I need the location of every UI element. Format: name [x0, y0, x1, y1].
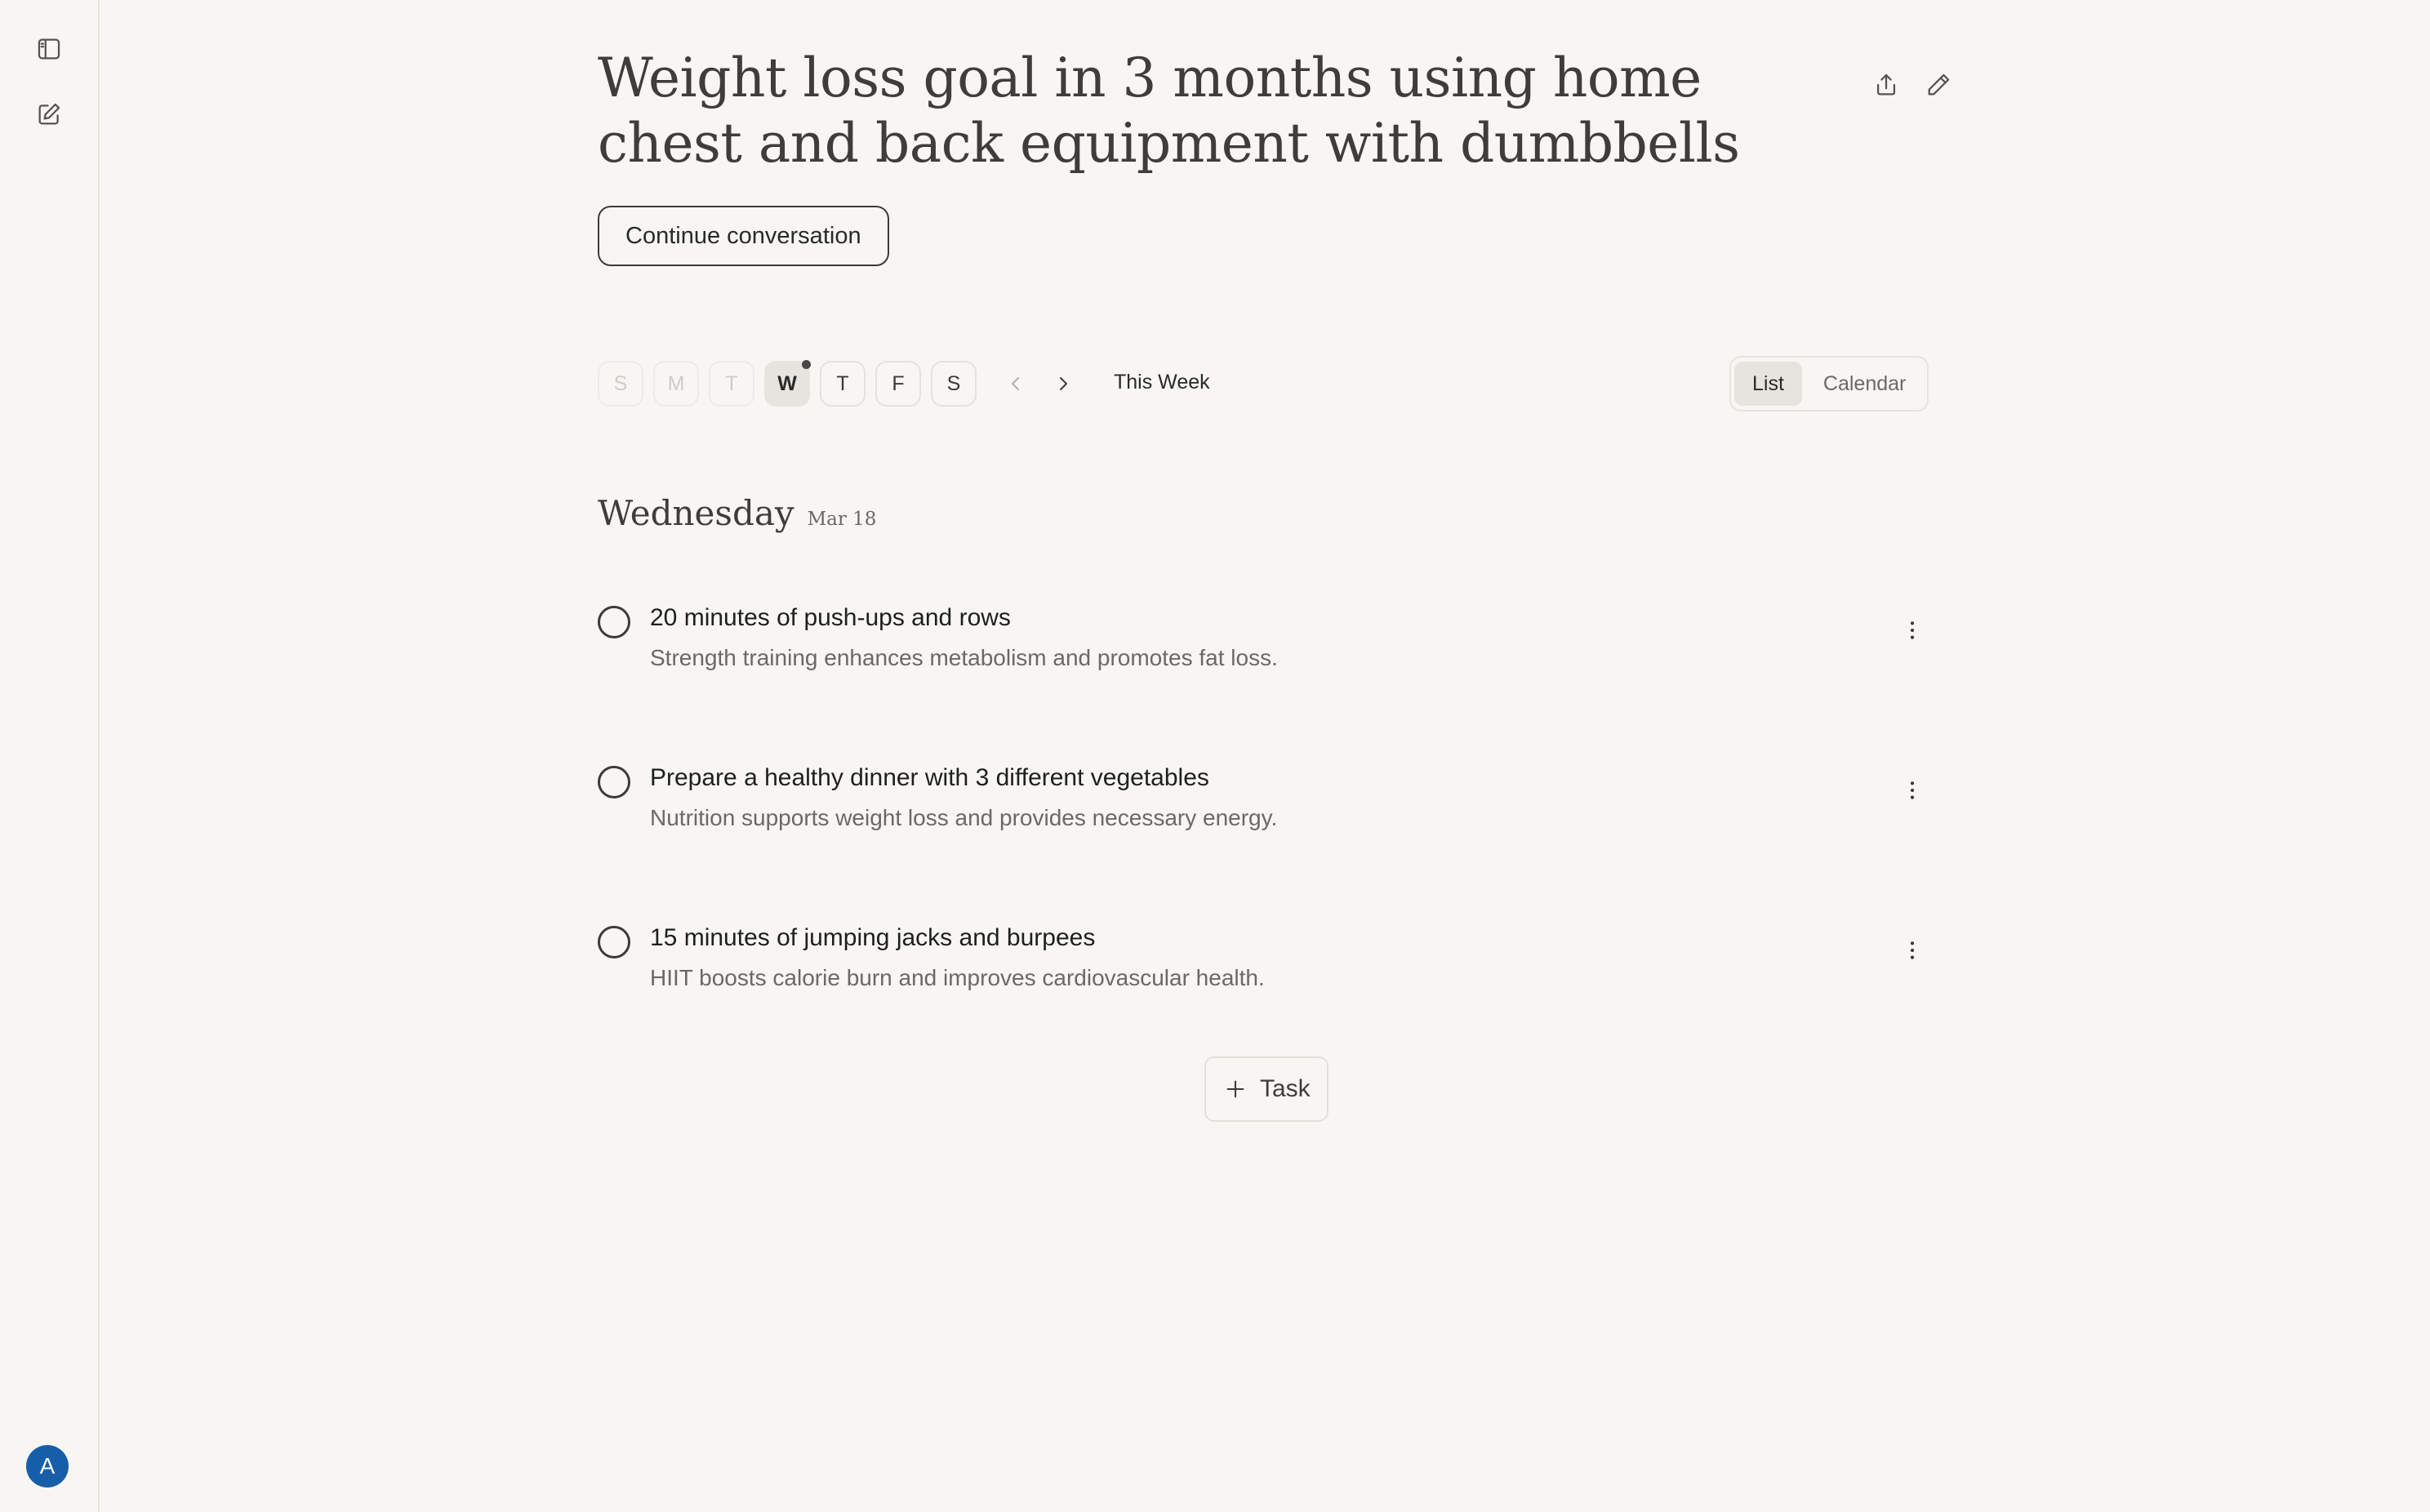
task-title: 15 minutes of jumping jacks and burpees [650, 924, 1096, 951]
pencil-icon [1928, 73, 1950, 96]
day-monday[interactable]: M [653, 361, 699, 407]
plus-icon [1226, 1080, 1244, 1098]
task-description: Nutrition supports weight loss and provi… [650, 805, 1278, 830]
day-heading: Wednesday Mar 18 [598, 493, 876, 533]
week-label: This Week [1114, 371, 1210, 394]
page-title: Weight loss goal in 3 months using home … [598, 47, 1740, 175]
toggle-sidebar-button[interactable] [29, 29, 69, 69]
share-button[interactable] [1870, 69, 1903, 101]
task-checkbox[interactable] [598, 766, 630, 798]
day-sunday[interactable]: S [598, 361, 643, 407]
task-description: Strength training enhances metabolism an… [650, 645, 1278, 670]
more-vertical-icon [1910, 781, 1915, 799]
view-toggle: List Calendar [1729, 356, 1929, 411]
task-item: 20 minutes of push-ups and rows Strength… [598, 603, 1937, 692]
add-task-button[interactable]: Task [1204, 1056, 1328, 1122]
day-selector: S M T W T F S [598, 360, 977, 407]
continue-conversation-button[interactable]: Continue conversation [598, 206, 889, 266]
task-checkbox[interactable] [598, 926, 630, 958]
day-wednesday-label: W [777, 371, 797, 395]
week-navigation: S M T W T F S This Week List Calendar [598, 356, 1937, 411]
previous-week-button[interactable] [1001, 367, 1030, 400]
task-title: Prepare a healthy dinner with 3 differen… [650, 764, 1209, 791]
sidebar-panel-icon [38, 38, 60, 60]
task-item: Prepare a healthy dinner with 3 differen… [598, 763, 1937, 852]
task-item: 15 minutes of jumping jacks and burpees … [598, 923, 1937, 1012]
day-heading-date: Mar 18 [807, 509, 877, 530]
calendar-view-option[interactable]: Calendar [1805, 362, 1924, 406]
day-tuesday[interactable]: T [709, 361, 754, 407]
task-more-button[interactable] [1896, 934, 1929, 967]
day-heading-name: Wednesday [598, 493, 794, 533]
more-vertical-icon [1910, 941, 1915, 959]
day-wednesday[interactable]: W [764, 360, 811, 407]
task-more-button[interactable] [1896, 614, 1929, 647]
new-plan-button[interactable] [29, 95, 69, 134]
title-actions [1870, 69, 1955, 101]
week-arrows [1001, 367, 1078, 400]
task-description: HIIT boosts calorie burn and improves ca… [650, 965, 1265, 990]
task-more-button[interactable] [1896, 774, 1929, 807]
chevron-left-icon [1012, 377, 1019, 390]
task-checkbox[interactable] [598, 606, 630, 638]
avatar[interactable]: A [26, 1445, 69, 1488]
app-root: A Weight loss goal in 3 months using hom… [0, 0, 2430, 1512]
chevron-right-icon [1060, 377, 1067, 390]
share-icon [1876, 73, 1896, 96]
day-friday[interactable]: F [875, 361, 921, 407]
today-indicator-dot [802, 360, 811, 369]
day-thursday[interactable]: T [820, 361, 866, 407]
edit-button[interactable] [1922, 69, 1955, 101]
next-week-button[interactable] [1048, 367, 1078, 400]
add-task-label: Task [1260, 1075, 1311, 1102]
more-vertical-icon [1910, 621, 1915, 639]
task-title: 20 minutes of push-ups and rows [650, 604, 1011, 631]
day-saturday[interactable]: S [931, 361, 977, 407]
compose-icon [38, 103, 60, 125]
list-view-option[interactable]: List [1734, 362, 1802, 406]
sidebar-rail: A [0, 0, 100, 1512]
